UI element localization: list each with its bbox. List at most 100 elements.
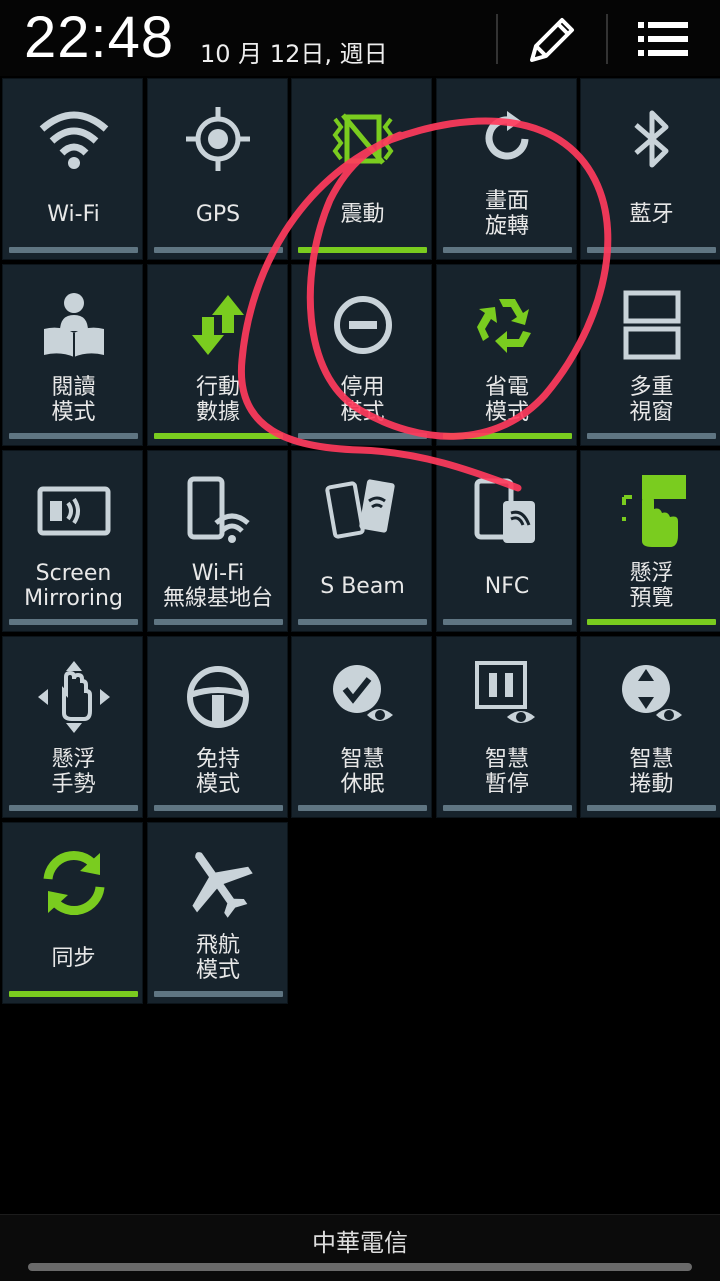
smart-stay-icon [292,651,433,743]
tile-status-bar [298,247,427,253]
tile-label: 飛航 模式 [195,933,240,983]
divider [606,14,608,64]
tile-status-bar [9,433,138,439]
tile-status-bar [153,247,283,253]
tile-label: 智慧 捲動 [629,747,674,797]
tile-label: 多重 視窗 [629,375,674,425]
quick-toggle-tile[interactable]: 懸浮 預覽 [580,450,720,632]
date: 10 月 12日, 週日 [200,40,388,68]
quick-toggle-tile[interactable]: 行動 數據 [146,264,289,446]
edit-button[interactable] [518,10,588,68]
tile-status-bar [587,433,716,439]
tile-status-bar [9,619,138,625]
airplane-icon [148,837,289,929]
tile-label: 懸浮 預覽 [629,561,674,611]
tile-status-bar [442,619,572,625]
air-view-icon [581,465,720,557]
edit-icon [530,18,574,62]
tile-label: S Beam [320,573,405,599]
sbeam-icon [292,465,433,557]
block-icon [292,279,433,371]
tile-status-bar [153,433,283,439]
quick-toggle-tile[interactable]: NFC [435,450,578,632]
tile-status-bar [442,247,572,253]
quick-toggle-tile[interactable]: 智慧 暫停 [435,636,578,818]
quick-toggle-tile[interactable]: 多重 視窗 [580,264,720,446]
recycle-icon [437,279,578,371]
tile-label: 同步 [51,945,96,971]
tile-label: 閱讀 模式 [51,375,96,425]
quick-toggle-tile[interactable]: 藍牙 [580,78,720,260]
quick-toggle-tile[interactable]: 停用 模式 [291,264,432,446]
tile-status-bar [9,805,138,811]
quick-toggle-tile[interactable]: GPS [146,78,289,260]
tile-status-bar [587,247,716,253]
tile-label: 智慧 暫停 [484,747,529,797]
quick-toggle-tile[interactable]: S Beam [291,450,432,632]
status-header: 22:48 10 月 12日, 週日 [0,0,720,76]
clock: 22:48 [24,5,175,70]
tile-label: 畫面 旋轉 [484,189,529,239]
quick-toggle-tile[interactable]: 震動 [291,78,432,260]
tile-status-bar [298,433,427,439]
tile-label: Wi-Fi [47,201,100,227]
drag-handle[interactable] [28,1263,692,1271]
list-view-button[interactable] [630,10,700,68]
hotspot-icon [148,465,289,557]
multi-window-icon [581,279,720,371]
tile-label: GPS [195,201,241,227]
tile-label: Screen Mirroring [24,561,123,611]
divider [496,14,498,64]
tile-status-bar [153,619,283,625]
smart-scroll-icon [581,651,720,743]
quick-toggle-tile[interactable]: Wi-Fi 無線基地台 [146,450,289,632]
screen-mirroring-icon [3,465,144,557]
quick-toggle-tile[interactable]: 畫面 旋轉 [435,78,578,260]
quick-toggle-tile[interactable]: 飛航 模式 [146,822,289,1004]
tile-status-bar [153,805,283,811]
quick-toggle-tile[interactable]: Screen Mirroring [2,450,143,632]
tile-label: NFC [484,573,530,599]
quick-toggle-tile[interactable]: 同步 [2,822,143,1004]
tile-status-bar [442,805,572,811]
tile-status-bar [298,619,427,625]
tile-status-bar [587,805,716,811]
tile-status-bar [9,247,138,253]
tile-label: 智慧 休眠 [340,747,385,797]
gps-icon [148,93,289,185]
smart-pause-icon [437,651,578,743]
air-gesture-icon [3,651,144,743]
sync-icon [3,837,144,929]
rotate-icon [437,93,578,185]
quick-toggle-tile[interactable]: 閱讀 模式 [2,264,143,446]
quick-toggle-tile[interactable]: 省電 模式 [435,264,578,446]
quick-toggle-tile[interactable]: 智慧 捲動 [580,636,720,818]
wifi-icon [3,93,144,185]
reading-icon [3,279,144,371]
quick-toggle-tile[interactable]: 智慧 休眠 [291,636,432,818]
mobile-data-icon [148,279,289,371]
tile-status-bar [442,433,572,439]
tile-label: 停用 模式 [340,375,385,425]
tile-label: 行動 數據 [195,375,240,425]
tile-label: Wi-Fi 無線基地台 [162,561,273,611]
vibrate-icon [292,93,433,185]
list-icon [638,22,688,56]
quick-toggle-tile[interactable]: 懸浮 手勢 [2,636,143,818]
notification-footer: 中華電信 [0,1214,720,1281]
quick-toggle-tile[interactable]: Wi-Fi [2,78,143,260]
tile-status-bar [587,619,716,625]
nfc-icon [437,465,578,557]
carrier-name: 中華電信 [312,1229,408,1257]
quick-toggle-tile[interactable]: 免持 模式 [146,636,289,818]
tile-status-bar [9,991,138,997]
tile-status-bar [153,991,283,997]
bluetooth-icon [581,93,720,185]
tile-label: 省電 模式 [484,375,529,425]
tile-label: 震動 [340,201,385,227]
tile-label: 藍牙 [629,201,674,227]
steering-wheel-icon [148,651,289,743]
tile-status-bar [298,805,427,811]
tile-label: 免持 模式 [195,747,240,797]
tile-label: 懸浮 手勢 [51,747,96,797]
